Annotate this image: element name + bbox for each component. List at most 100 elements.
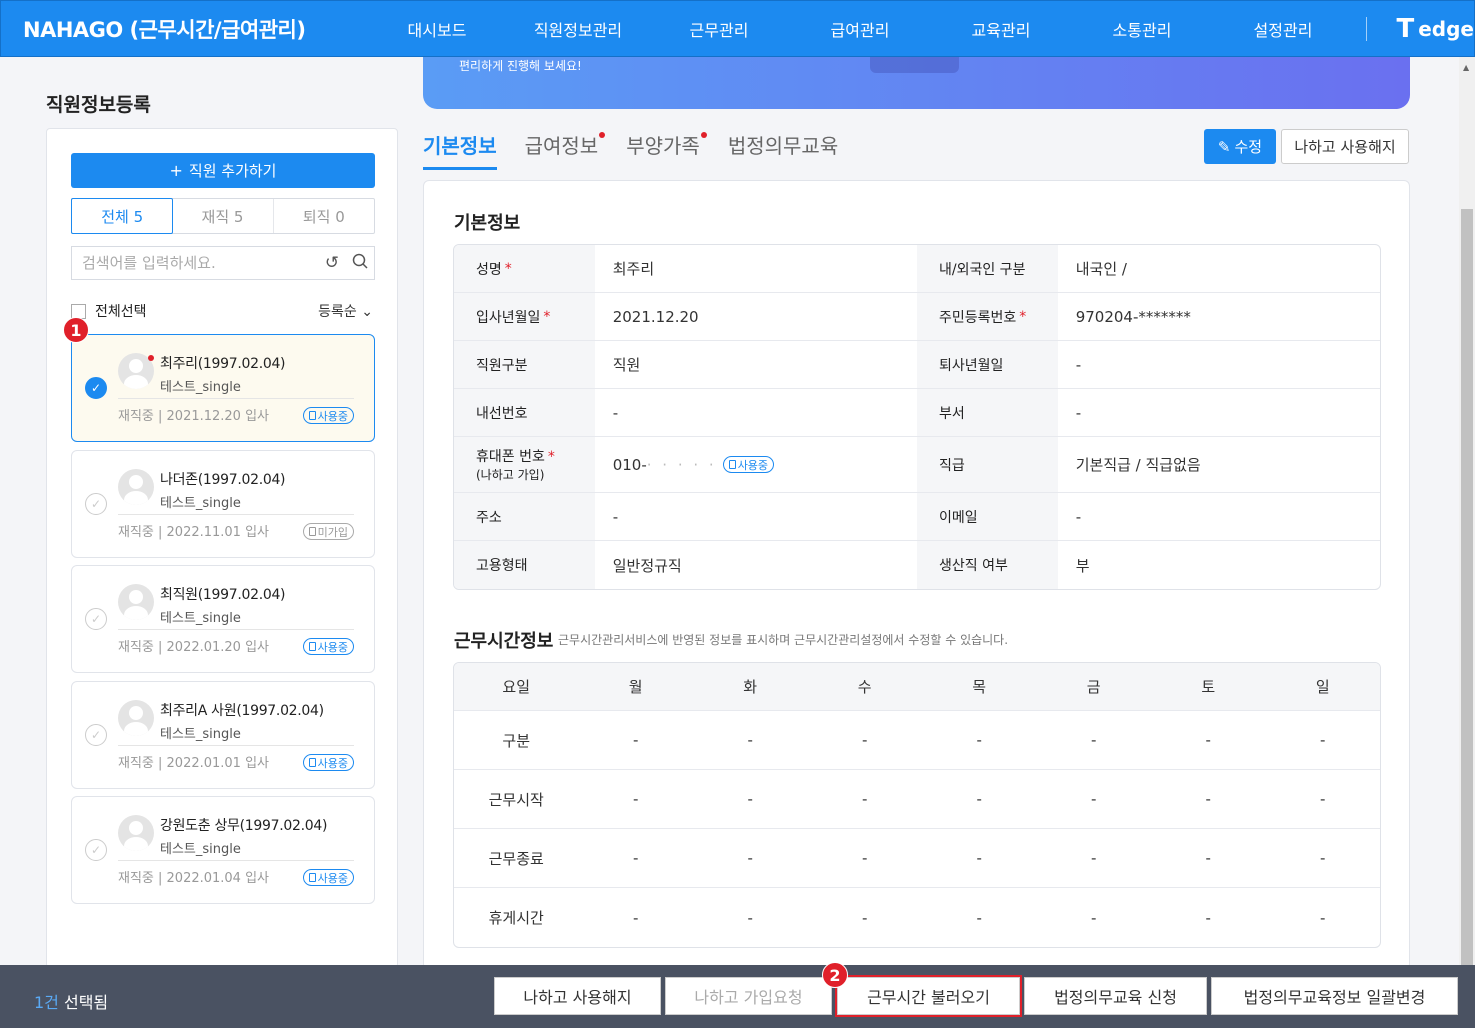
table-cell: - bbox=[1205, 731, 1211, 749]
card-divider bbox=[118, 514, 354, 515]
sort-dropdown[interactable]: 등록순 ⌄ bbox=[318, 301, 373, 321]
legal-education-apply-button[interactable]: 법정의무교육 신청 bbox=[1024, 977, 1207, 1015]
employee-card[interactable]: ✓ 나더존(1997.02.04) 테스트_single 재직중 | 2022.… bbox=[71, 450, 375, 558]
menu-communication[interactable]: 소통관리 bbox=[1072, 17, 1213, 41]
table-cell: - bbox=[1320, 731, 1326, 749]
vertical-scrollbar[interactable]: ▲ bbox=[1459, 57, 1475, 965]
employee-meta: 재직중 | 2022.01.20 입사 bbox=[118, 640, 270, 655]
unchecked-icon[interactable]: ✓ bbox=[85, 724, 107, 746]
chevron-down-icon: ⌄ bbox=[361, 304, 373, 320]
bottom-action-bar: 1건 선택됨 나하고 사용해지 나하고 가입요청 근무시간 불러오기 법정의무교… bbox=[0, 965, 1475, 1028]
edit-button[interactable]: ✎ 수정 bbox=[1204, 129, 1276, 164]
table-row: 근무시작 - - - - - - - bbox=[454, 770, 1380, 829]
card-divider bbox=[118, 745, 354, 746]
legal-education-bulk-edit-button[interactable]: 법정의무교육정보 일괄변경 bbox=[1211, 977, 1458, 1015]
table-cell: - bbox=[632, 731, 639, 749]
annotation-marker-2: 2 bbox=[822, 962, 848, 988]
tab-salary-info[interactable]: 급여정보 bbox=[525, 130, 606, 170]
join-request-button[interactable]: 나하고 가입요청 bbox=[665, 977, 832, 1015]
unchecked-icon[interactable]: ✓ bbox=[85, 493, 107, 515]
field-value: 최주리 bbox=[612, 260, 655, 278]
annotation-marker-1: 1 bbox=[63, 317, 89, 343]
tab-dependents[interactable]: 부양가족 bbox=[626, 130, 707, 170]
menu-employee-info[interactable]: 직원정보관리 bbox=[508, 17, 649, 41]
sort-label: 등록순 bbox=[318, 304, 357, 320]
unlink-button[interactable]: 나하고 사용해지 bbox=[494, 977, 661, 1015]
field-label: 직급 bbox=[917, 437, 1058, 492]
column-header: 화 bbox=[743, 678, 758, 696]
field-label: 주민등록번호 * bbox=[917, 293, 1058, 340]
unlink-nahago-button[interactable]: 나하고 사용해지 bbox=[1281, 129, 1409, 164]
employee-name: 최주리A 사원(1997.02.04) bbox=[160, 703, 324, 719]
column-header: 요일 bbox=[502, 678, 530, 696]
search-icon[interactable] bbox=[346, 253, 374, 274]
employee-name: 강원도춘 상무(1997.02.04) bbox=[160, 818, 328, 834]
status-badge: 사용중 bbox=[722, 456, 775, 473]
search-input[interactable] bbox=[82, 254, 318, 272]
field-value: 직원 bbox=[612, 356, 641, 374]
unchecked-icon[interactable]: ✓ bbox=[85, 839, 107, 861]
table-cell: - bbox=[1091, 849, 1097, 867]
employee-meta: 재직중 | 2022.01.04 입사 bbox=[118, 871, 270, 886]
promo-banner[interactable]: 편리하게 진행해 보세요! bbox=[423, 57, 1410, 109]
avatar bbox=[118, 700, 154, 736]
pencil-icon: ✎ bbox=[1217, 137, 1231, 156]
table-row: 근무종료 - - - - - - - bbox=[454, 829, 1380, 888]
field-label: 내/외국인 구분 bbox=[917, 245, 1058, 292]
work-info-description: 근무시간관리서비스에 반영된 정보를 표시하며 근무시간관리설정에서 수정할 수… bbox=[558, 633, 1009, 647]
logo-text: edge bbox=[1418, 16, 1474, 41]
table-row: 성명 * 최주리 내/외국인 구분 내국인 / bbox=[454, 245, 1380, 293]
table-row: 휴대폰 번호 * (나하고 가입) 010- · · · · · 사용중 직급 기본… bbox=[454, 437, 1380, 493]
menu-dashboard[interactable]: 대시보드 bbox=[367, 17, 508, 41]
field-value: - bbox=[1075, 403, 1082, 422]
field-label: 휴대폰 번호 * (나하고 가입) bbox=[454, 437, 595, 492]
employee-card[interactable]: ✓ 최주리(1997.02.04) 테스트_single 재직중 | 2021.… bbox=[71, 334, 375, 442]
field-label: 생산직 여부 bbox=[917, 541, 1058, 589]
scroll-up-arrow-icon[interactable]: ▲ bbox=[1463, 63, 1469, 72]
table-cell: - bbox=[976, 908, 982, 927]
employee-card[interactable]: ✓ 강원도춘 상무(1997.02.04) 테스트_single 재직중 | 2… bbox=[71, 796, 375, 904]
avatar bbox=[118, 815, 154, 851]
field-value: 일반정규직 bbox=[612, 556, 682, 575]
left-panel-title: 직원정보등록 bbox=[46, 94, 151, 116]
banner-button[interactable] bbox=[870, 57, 959, 73]
field-label: 직원구분 bbox=[454, 341, 595, 388]
basic-info-table: 성명 * 최주리 내/외국인 구분 내국인 / 입사년월일 * 2021.12.20… bbox=[453, 244, 1381, 590]
status-badge: 미가입 bbox=[302, 523, 354, 540]
tab-legal-education[interactable]: 법정의무교육 bbox=[728, 130, 838, 170]
column-header: 토 bbox=[1201, 678, 1216, 696]
checked-icon[interactable]: ✓ bbox=[85, 377, 107, 399]
tab-retired[interactable]: 퇴직 0 bbox=[274, 199, 374, 233]
table-row: 고용형태 일반정규직 생산직 여부 부 bbox=[454, 541, 1380, 589]
status-badge: 사용중 bbox=[302, 638, 354, 655]
employee-card[interactable]: ✓ 최직원(1997.02.04) 테스트_single 재직중 | 2022.… bbox=[71, 565, 375, 673]
unchecked-icon[interactable]: ✓ bbox=[85, 608, 107, 630]
table-cell: - bbox=[747, 790, 753, 808]
tab-all[interactable]: 전체 5 bbox=[71, 198, 174, 234]
top-nav: NAHAGO (근무시간/급여관리) 대시보드 직원정보관리 근무관리 급여관리… bbox=[0, 0, 1475, 57]
menu-salary[interactable]: 급여관리 bbox=[790, 17, 931, 41]
menu-settings[interactable]: 설정관리 bbox=[1213, 17, 1354, 41]
menu-education[interactable]: 교육관리 bbox=[931, 17, 1072, 41]
banner-text: 편리하게 진행해 보세요! bbox=[459, 59, 582, 73]
load-work-time-button[interactable]: 근무시간 불러오기 bbox=[835, 975, 1022, 1017]
add-employee-button[interactable]: + 직원 추가하기 bbox=[71, 153, 375, 188]
phone-icon bbox=[308, 642, 316, 651]
content-tabs: 기본정보 급여정보 부양가족 법정의무교육 bbox=[423, 130, 866, 170]
table-header-row: 요일 월 화 수 목 금 토 일 bbox=[454, 663, 1380, 711]
menu-work[interactable]: 근무관리 bbox=[649, 17, 790, 41]
field-value: 2021.12.20 bbox=[612, 307, 699, 326]
employee-dept: 테스트_single bbox=[160, 727, 241, 742]
table-cell: - bbox=[1091, 731, 1097, 749]
employee-list-panel: + 직원 추가하기 전체 5 재직 5 퇴직 0 ↺ 전체선택 등록순 ⌄ ✓ … bbox=[46, 128, 398, 968]
field-value: - bbox=[612, 507, 619, 526]
table-cell: - bbox=[1205, 790, 1211, 808]
reset-icon[interactable]: ↺ bbox=[318, 253, 346, 273]
brand-title[interactable]: NAHAGO (근무시간/급여관리) bbox=[23, 14, 357, 44]
tab-employed[interactable]: 재직 5 bbox=[172, 199, 274, 233]
field-label: 주소 bbox=[454, 493, 595, 540]
employee-card[interactable]: ✓ 최주리A 사원(1997.02.04) 테스트_single 재직중 | 2… bbox=[71, 681, 375, 789]
tab-basic-info[interactable]: 기본정보 bbox=[423, 130, 497, 170]
edge-logo[interactable]: T edge bbox=[1396, 14, 1474, 44]
scroll-thumb[interactable] bbox=[1461, 209, 1473, 965]
